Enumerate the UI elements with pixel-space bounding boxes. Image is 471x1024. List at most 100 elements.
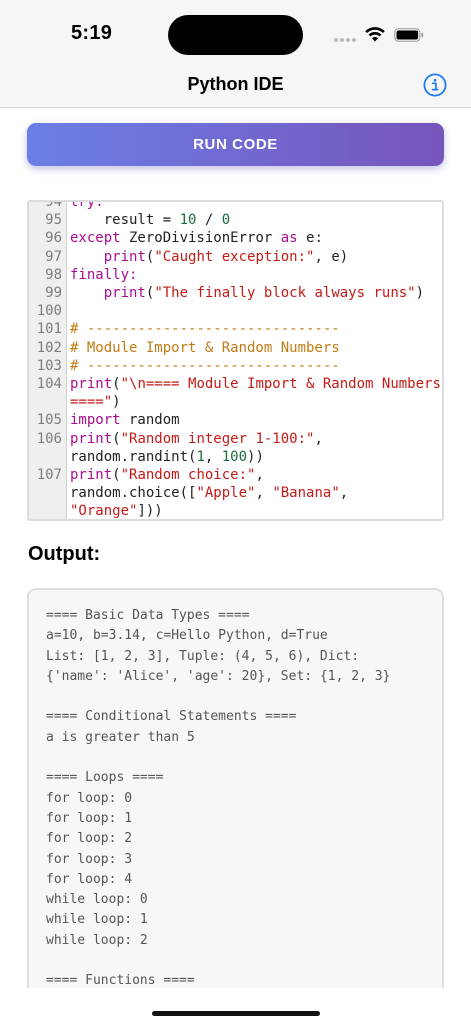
code-text: print("Caught exception:", e) [67,248,348,266]
code-token: "\n==== Module Import & Random Numbers [120,376,441,393]
code-token: , e) [314,248,349,265]
code-token: , [255,467,264,484]
code-line: 98 finally: [29,265,442,285]
info-icon[interactable] [423,73,447,97]
line-number: 103 [29,356,67,376]
code-text: try: [67,200,104,211]
code-lines: 94 try: 95 result = 10 / 0 96 except ZeroDiv… [29,200,442,520]
code-token: print [103,285,146,302]
code-line: 105 import random [29,411,442,430]
line-number: 94 [29,202,67,212]
code-token: ( [112,376,121,393]
code-token: )) [247,448,264,465]
code-token: ====" [70,394,113,411]
code-editor[interactable]: 94 try: 95 result = 10 / 0 96 except ZeroDiv… [27,200,444,521]
line-number: 98 [29,265,67,285]
line-number: 96 [29,229,67,248]
code-text: result = 10 / 0 [67,211,230,229]
line-number: 101 [29,320,67,339]
code-text: random.randint(1, 100)) [67,448,264,466]
code-token: ( [112,430,121,447]
line-number: 106 [29,429,67,448]
code-token: print [103,248,146,265]
code-token: ZeroDivisionError [120,230,281,247]
battery-icon [394,28,424,42]
code-token: random.randint( [70,448,197,465]
code-token: import [70,412,121,429]
line-number: 102 [29,338,67,357]
line-number: 107 [29,466,67,485]
code-text: finally: [67,266,137,284]
code-line: 97 print("Caught exception:", e) [29,247,442,266]
code-line: 107 print("Random choice:", [29,466,442,485]
code-token: , [339,485,349,502]
line-number [29,484,67,503]
code-token: 100 [221,448,248,465]
code-token: print [70,467,113,484]
code-token: 0 [221,212,231,229]
line-number: 97 [29,247,67,266]
code-token: # Module Import & Random Numbers [70,339,340,356]
code-line: 101 # ------------------------------ [29,320,442,339]
code-token: "Random choice:" [120,467,256,484]
code-token: random.choice([ [70,485,197,502]
code-text: print("Random integer 1-100:", [67,430,323,448]
code-token: finally: [70,266,138,283]
wifi-icon [365,27,385,42]
code-token: "Caught exception:" [154,248,315,265]
line-number: 95 [29,211,67,230]
code-line: 104 print("\n==== Module Import & Random … [29,375,442,394]
line-number: 99 [29,284,67,303]
code-token: , [314,430,323,447]
code-token: # ------------------------------ [70,321,340,338]
code-line: 96 except ZeroDivisionError as e: [29,229,442,248]
code-text: print("The finally block always runs") [67,284,424,302]
home-area [0,988,471,1024]
code-line: random.choice(["Apple", "Banana", [29,484,442,503]
run-code-button[interactable]: RUN CODE [27,123,444,166]
code-line: ====") [29,393,442,412]
code-line: 100 [29,302,442,321]
code-token: "Random integer 1-100:" [120,430,315,447]
code-line: 95 result = 10 / 0 [29,211,442,230]
code-line: 94 try: [29,200,442,212]
code-token: result = [70,212,180,229]
code-line: 103 # ------------------------------ [29,356,442,376]
code-token: "Orange" [70,503,138,520]
code-token: "Apple" [196,485,256,502]
home-indicator[interactable] [152,1011,320,1016]
code-text: # Module Import & Random Numbers [67,339,340,357]
line-number: 100 [29,302,67,321]
code-line: 102 # Module Import & Random Numbers [29,338,442,357]
code-text: # ------------------------------ [67,320,340,338]
output-console[interactable]: ==== Basic Data Types ==== a=10, b=3.14,… [27,588,444,1008]
code-text: "Orange"])) [67,502,163,520]
code-token: e: [297,230,323,247]
code-token: ) [415,285,425,302]
line-number: 104 [29,375,67,394]
navigation-bar: Python IDE [0,64,471,108]
code-line: random.randint(1, 100)) [29,447,442,467]
code-token: ])) [137,503,163,520]
code-token: print [70,430,113,447]
code-line: 106 print("Random integer 1-100:", [29,429,442,448]
code-text: # ------------------------------ [67,357,340,375]
code-text: random.choice(["Apple", "Banana", [67,484,348,502]
status-bar: 5:19 [0,0,471,64]
code-token: # ------------------------------ [70,357,340,374]
code-token: 10 [179,212,197,229]
code-text: print("Random choice:", [67,466,264,484]
code-token: , [204,448,222,465]
dynamic-island [168,15,303,55]
code-text: print("\n==== Module Import & Random Num… [67,375,441,393]
code-token: 1 [196,448,205,465]
code-token: try: [70,200,104,210]
code-text: ====") [67,393,121,411]
code-token: , [255,485,273,502]
code-token: print [70,376,113,393]
code-token: except [70,230,121,247]
code-token: "The finally block always runs" [154,285,416,302]
